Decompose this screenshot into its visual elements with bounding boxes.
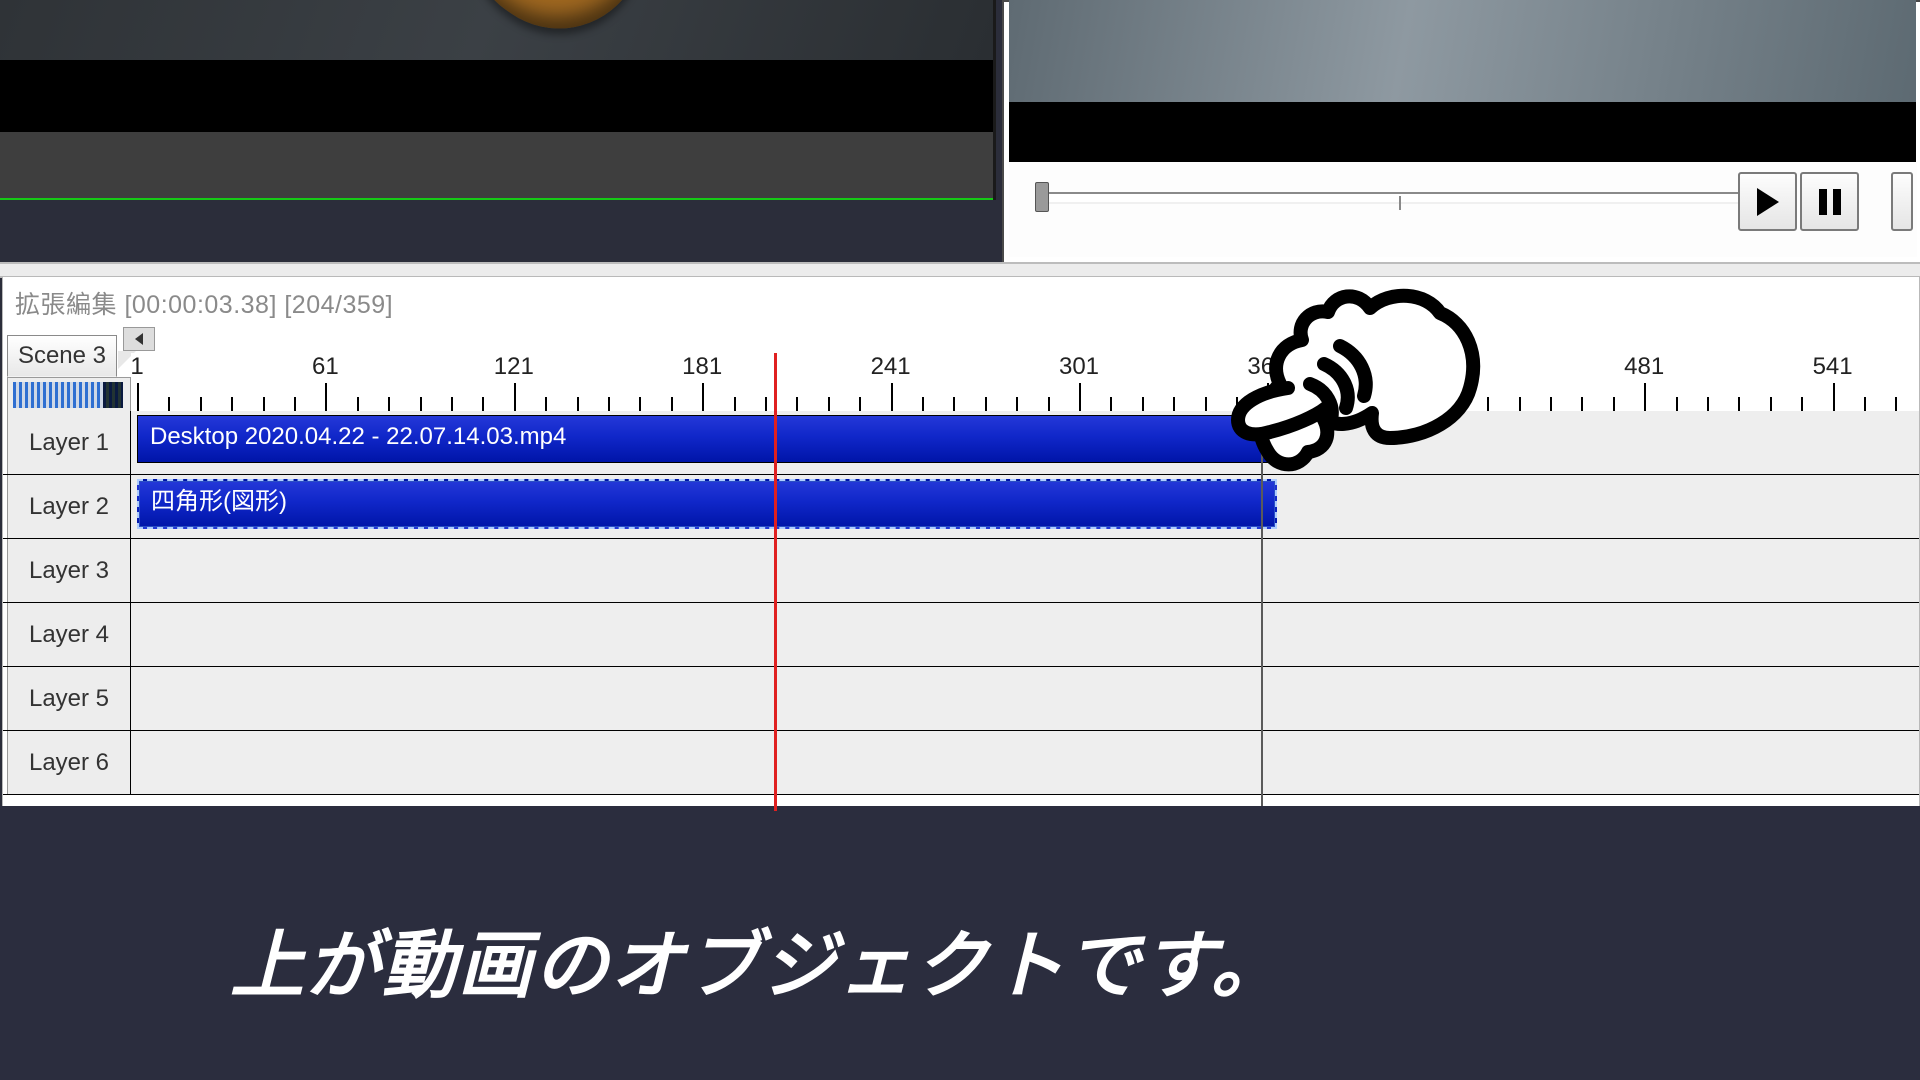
playhead[interactable] — [774, 353, 777, 811]
layer-track[interactable] — [131, 731, 1919, 794]
ruler-tick-minor — [388, 397, 390, 411]
play-button[interactable] — [1738, 172, 1797, 231]
ruler-tick-minor — [734, 397, 736, 411]
ruler-tick-minor — [137, 397, 139, 411]
timeline-ruler[interactable]: 161121181241301361421481541 — [131, 353, 1919, 412]
caption-text: 上が動画のオブジェクトです。 — [230, 906, 1287, 1013]
output-letterbox — [1009, 102, 1916, 162]
play-icon — [1757, 188, 1779, 216]
ruler-tick-minor — [357, 397, 359, 411]
ruler-tick-minor — [671, 397, 673, 411]
ruler-tick-minor — [1048, 397, 1050, 411]
ruler-tick-minor — [451, 397, 453, 411]
ruler-tick-minor — [294, 397, 296, 411]
ruler-tick-minor — [514, 397, 516, 411]
ruler-tick-minor — [1550, 397, 1552, 411]
ruler-tick-minor — [168, 397, 170, 411]
ruler-tick-minor — [1613, 397, 1615, 411]
ruler-tick-minor — [577, 397, 579, 411]
layer-track[interactable]: Desktop 2020.04.22 - 22.07.14.03.mp4 — [131, 411, 1919, 474]
layer-label[interactable]: Layer 6 — [7, 731, 131, 794]
ruler-tick-minor — [231, 397, 233, 411]
extra-button[interactable] — [1891, 172, 1913, 231]
ruler-tick-minor — [985, 397, 987, 411]
preview-output-panel — [1002, 0, 1920, 264]
layer-row: Layer 2四角形(図形) — [3, 475, 1919, 539]
layer-track[interactable] — [131, 603, 1919, 666]
ruler-tick-minor — [1110, 397, 1112, 411]
ruler-tick-minor — [1519, 397, 1521, 411]
ruler-tick-minor — [922, 397, 924, 411]
playback-controls — [1009, 162, 1917, 257]
layer-track[interactable] — [131, 539, 1919, 602]
scroll-left-button[interactable] — [123, 327, 155, 351]
caption-band: 上が動画のオブジェクトです。 — [0, 806, 1920, 1080]
layer-track[interactable]: 四角形(図形) — [131, 475, 1919, 538]
ruler-tick-minor — [1016, 397, 1018, 411]
layer-label[interactable]: Layer 5 — [7, 667, 131, 730]
ruler-tick-minor — [482, 397, 484, 411]
ruler-tick-minor — [796, 397, 798, 411]
layer-row: Layer 6 — [3, 731, 1919, 795]
pause-icon — [1819, 189, 1841, 215]
ruler-tick-minor — [1801, 397, 1803, 411]
ruler-tick-minor — [1833, 397, 1835, 411]
ruler-tick-minor — [828, 397, 830, 411]
ruler-tick-minor — [1707, 397, 1709, 411]
scrub-tick — [1399, 196, 1401, 210]
ruler-tick-minor — [1864, 397, 1866, 411]
zoom-slider[interactable] — [7, 377, 131, 413]
ruler-tick-minor — [859, 397, 861, 411]
ruler-tick-minor — [420, 397, 422, 411]
layer-row: Layer 3 — [3, 539, 1919, 603]
layer-row: Layer 5 — [3, 667, 1919, 731]
ruler-tick-minor — [1173, 397, 1175, 411]
layer-track[interactable] — [131, 667, 1919, 730]
source-video-frame — [0, 0, 993, 60]
ruler-tick-minor — [1581, 397, 1583, 411]
source-letterbox — [0, 60, 993, 132]
ruler-tick-minor — [702, 397, 704, 411]
layer-row: Layer 4 — [3, 603, 1919, 667]
video-clip[interactable]: Desktop 2020.04.22 - 22.07.14.03.mp4 — [137, 415, 1275, 463]
ruler-tick-minor — [1738, 397, 1740, 411]
ruler-tick-minor — [1676, 397, 1678, 411]
source-status-strip — [0, 132, 993, 200]
ruler-tick-minor — [545, 397, 547, 411]
layer-row: Layer 1Desktop 2020.04.22 - 22.07.14.03.… — [3, 411, 1919, 475]
layer-label[interactable]: Layer 3 — [7, 539, 131, 602]
ruler-tick-minor — [1079, 397, 1081, 411]
layer-label[interactable]: Layer 2 — [7, 475, 131, 538]
layer-label[interactable]: Layer 1 — [7, 411, 131, 474]
ruler-tick-minor — [263, 397, 265, 411]
preview-source-panel — [0, 0, 996, 200]
ruler-tick-minor — [1644, 397, 1646, 411]
ruler-tick-minor — [1895, 397, 1897, 411]
pause-button[interactable] — [1800, 172, 1859, 231]
ruler-tick-minor — [200, 397, 202, 411]
ruler-tick-minor — [1142, 397, 1144, 411]
ruler-tick-minor — [639, 397, 641, 411]
output-video-frame — [1009, 0, 1916, 102]
ruler-tick-minor — [325, 397, 327, 411]
timeline-layers: Layer 1Desktop 2020.04.22 - 22.07.14.03.… — [3, 411, 1919, 795]
layer-label[interactable]: Layer 4 — [7, 603, 131, 666]
ruler-tick-minor — [891, 397, 893, 411]
ruler-tick-minor — [1205, 397, 1207, 411]
timeline-window: 拡張編集 [00:00:03.38] [204/359] Scene 3 161… — [2, 276, 1920, 808]
ruler-tick-minor — [953, 397, 955, 411]
shape-clip[interactable]: 四角形(図形) — [137, 479, 1277, 529]
ruler-tick-minor — [765, 397, 767, 411]
scrub-handle[interactable] — [1035, 182, 1049, 212]
preview-row — [0, 0, 1920, 270]
scene-tab[interactable]: Scene 3 — [7, 335, 117, 377]
ruler-tick-minor — [608, 397, 610, 411]
timeline-title: 拡張編集 [00:00:03.38] [204/359] — [15, 285, 393, 321]
zoom-level-end — [103, 382, 123, 408]
pointing-hand-icon — [1230, 268, 1490, 478]
ruler-tick-minor — [1770, 397, 1772, 411]
